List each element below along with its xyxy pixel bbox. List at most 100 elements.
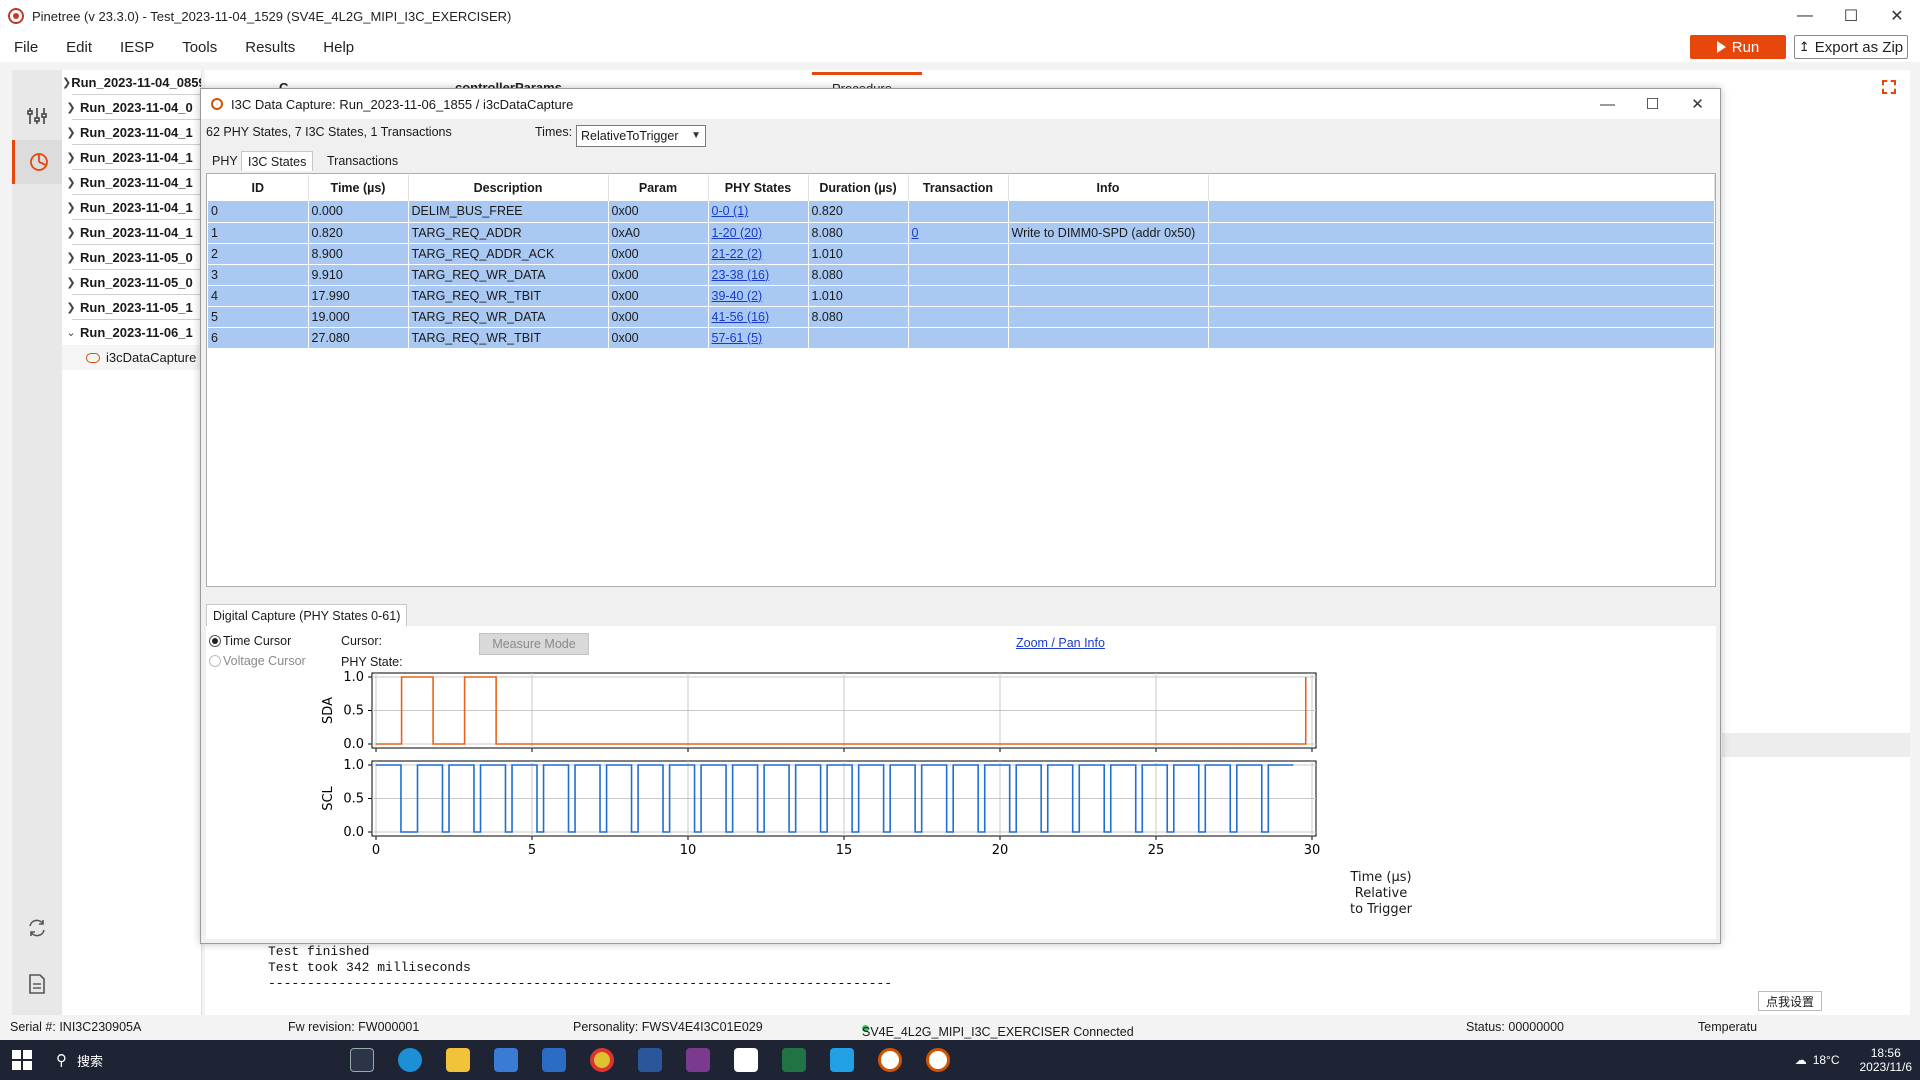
menu-tools[interactable]: Tools	[168, 39, 231, 56]
menu-help[interactable]: Help	[309, 39, 368, 56]
table-row[interactable]: 1 0.820 TARG_REQ_ADDR 0xA0 1-20 (20) 8.0…	[208, 222, 1715, 244]
export-zip-button[interactable]: ↥ Export as Zip	[1794, 35, 1908, 59]
tab-digital-capture[interactable]: Digital Capture (PHY States 0-61)	[206, 604, 408, 626]
results-pie-icon[interactable]	[12, 140, 62, 184]
table-row[interactable]: 4 17.990 TARG_REQ_WR_TBIT 0x00 39-40 (2)…	[208, 285, 1715, 307]
table-row[interactable]: 3 9.910 TARG_REQ_WR_DATA 0x00 23-38 (16)…	[208, 264, 1715, 286]
phy-states-link[interactable]: 23-38 (16)	[712, 268, 770, 282]
cell-duration: 1.010	[808, 285, 909, 307]
menu-file[interactable]: File	[0, 39, 52, 56]
x-axis-label-line: to Trigger	[1349, 902, 1413, 917]
edge-icon[interactable]	[398, 1048, 422, 1072]
store-icon[interactable]	[494, 1048, 518, 1072]
run-tree-child-item[interactable]: i3cDataCapture	[62, 345, 201, 370]
cell-transaction	[908, 306, 1009, 328]
run-tree-item[interactable]: ❯ Run_2023-11-04_0859	[62, 70, 201, 95]
run-tree-item[interactable]: ❯ Run_2023-11-04_1	[62, 220, 201, 245]
x-tick-label: 20	[992, 843, 1009, 858]
x-tick-label: 5	[528, 843, 536, 858]
weather-icon[interactable]: ☁	[1795, 1053, 1807, 1067]
run-tree-item[interactable]: ❯ Run_2023-11-05_0	[62, 270, 201, 295]
column-header[interactable]: Description	[408, 175, 609, 201]
table-row[interactable]: 6 27.080 TARG_REQ_WR_TBIT 0x00 57-61 (5)	[208, 327, 1715, 349]
run-tree-item[interactable]: ❯ Run_2023-11-04_1	[62, 195, 201, 220]
menu-edit[interactable]: Edit	[52, 39, 106, 56]
excel-icon[interactable]	[782, 1048, 806, 1072]
run-tree-item[interactable]: ❯ Run_2023-11-04_1	[62, 145, 201, 170]
settings-button[interactable]: 点我设置	[1758, 991, 1822, 1011]
x-tick-label: 10	[680, 843, 697, 858]
run-button[interactable]: Run	[1690, 35, 1786, 59]
taskbar-search-label: 搜索	[77, 1053, 104, 1069]
column-header[interactable]: Param	[608, 175, 709, 201]
pinetree-icon[interactable]	[926, 1048, 950, 1072]
phy-states-link[interactable]: 21-22 (2)	[712, 247, 763, 261]
column-header[interactable]: Time (µs)	[308, 175, 409, 201]
table-row[interactable]: 0 0.000 DELIM_BUS_FREE 0x00 0-0 (1) 0.82…	[208, 201, 1715, 223]
phy-states-link[interactable]: 41-56 (16)	[712, 310, 770, 324]
run-tree-label: Run_2023-11-04_1	[80, 225, 193, 240]
transaction-link[interactable]: 0	[912, 226, 919, 240]
x-tick-label: 0	[372, 843, 380, 858]
system-tray: ☁ 18°C 18:56 2023/11/6	[1795, 1040, 1912, 1080]
digital-capture-chart[interactable]: 0.0 0.5 1.0 SDA 0 5 10 15 20 25 30 0.0 0.5 1.0 SCL	[206, 626, 1716, 939]
file-explorer-icon[interactable]	[446, 1048, 470, 1072]
cell-time: 0.820	[308, 222, 409, 244]
onenote-icon[interactable]	[686, 1048, 710, 1072]
minimize-icon[interactable]: —	[1782, 0, 1828, 32]
vscode-icon[interactable]	[830, 1048, 854, 1072]
sliders-icon[interactable]	[12, 94, 62, 138]
phy-states-link[interactable]: 39-40 (2)	[712, 289, 763, 303]
cell-filler	[1208, 243, 1715, 265]
i3c-data-capture-dialog: I3C Data Capture: Run_2023-11-06_1855 / …	[200, 88, 1721, 944]
tab-phy[interactable]: PHY	[206, 151, 244, 171]
app-icon[interactable]	[734, 1048, 758, 1072]
weather-temperature[interactable]: 18°C	[1813, 1053, 1840, 1067]
run-tree-label: Run_2023-11-05_1	[80, 300, 193, 315]
phy-states-link[interactable]: 1-20 (20)	[712, 226, 763, 240]
cell-time: 9.910	[308, 264, 409, 286]
column-header[interactable]: Duration (µs)	[808, 175, 909, 201]
close-icon[interactable]: ✕	[1874, 0, 1920, 32]
run-tree-item-expanded[interactable]: ⌄ Run_2023-11-06_1	[62, 320, 201, 345]
expand-icon[interactable]	[1882, 80, 1896, 94]
chevron-right-icon: ❯	[66, 302, 76, 314]
menu-iesp[interactable]: IESP	[106, 39, 168, 56]
phy-states-link[interactable]: 0-0 (1)	[712, 204, 749, 218]
run-tree-item[interactable]: ❯ Run_2023-11-04_0	[62, 95, 201, 120]
cell-info	[1008, 243, 1209, 265]
column-header[interactable]: PHY States	[708, 175, 809, 201]
mail-icon[interactable]	[542, 1048, 566, 1072]
cell-filler	[1208, 264, 1715, 286]
minimize-icon[interactable]: —	[1585, 89, 1630, 119]
run-tree-item[interactable]: ❯ Run_2023-11-04_1	[62, 120, 201, 145]
task-view-icon[interactable]	[350, 1048, 374, 1072]
times-select[interactable]: RelativeToTrigger ▼	[576, 125, 706, 147]
refresh-icon[interactable]	[12, 906, 62, 950]
chevron-down-icon: ⌄	[66, 327, 76, 339]
clock-time: 18:56	[1870, 1046, 1901, 1060]
chrome-icon[interactable]	[590, 1048, 614, 1072]
table-row[interactable]: 5 19.000 TARG_REQ_WR_DATA 0x00 41-56 (16…	[208, 306, 1715, 328]
run-tree-item[interactable]: ❯ Run_2023-11-05_1	[62, 295, 201, 320]
taskbar-search[interactable]: ⚲ 搜索	[56, 1048, 266, 1072]
menu-results[interactable]: Results	[231, 39, 309, 56]
x-tick-label: 30	[1304, 843, 1321, 858]
run-tree-item[interactable]: ❯ Run_2023-11-04_1	[62, 170, 201, 195]
document-icon[interactable]	[12, 962, 62, 1006]
run-tree-item[interactable]: ❯ Run_2023-11-05_0	[62, 245, 201, 270]
column-header[interactable]: Transaction	[908, 175, 1009, 201]
maximize-icon[interactable]: ☐	[1828, 0, 1874, 32]
windows-start-icon[interactable]	[12, 1050, 32, 1070]
tab-transactions[interactable]: Transactions	[321, 151, 404, 171]
phy-states-link[interactable]: 57-61 (5)	[712, 331, 763, 345]
word-icon[interactable]	[638, 1048, 662, 1072]
close-icon[interactable]: ✕	[1675, 89, 1720, 119]
table-row[interactable]: 2 8.900 TARG_REQ_ADDR_ACK 0x00 21-22 (2)…	[208, 243, 1715, 265]
maximize-icon[interactable]: ☐	[1630, 89, 1675, 119]
tab-i3c-states[interactable]: I3C States	[241, 151, 314, 171]
clock[interactable]: 18:56 2023/11/6	[1860, 1046, 1913, 1074]
column-header[interactable]: ID	[208, 175, 309, 201]
column-header[interactable]: Info	[1008, 175, 1209, 201]
pinetree-icon[interactable]	[878, 1048, 902, 1072]
